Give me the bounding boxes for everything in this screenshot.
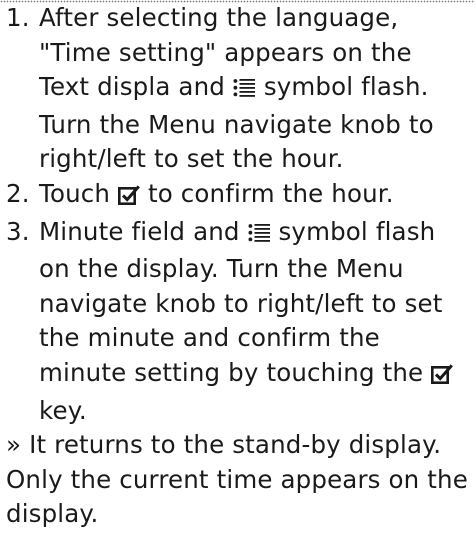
step-3-text-after: key. — [39, 395, 87, 425]
menu-list-icon — [248, 218, 271, 253]
instructions: 1. After selecting the language, "Time s… — [6, 1, 468, 532]
step-2-number: 2. — [6, 178, 30, 208]
step-3: 3. Minute field and symbol flash on the … — [6, 215, 468, 429]
checkbox-check-icon — [431, 359, 454, 394]
menu-list-icon — [233, 73, 256, 108]
result-note: » It returns to the stand-by display. On… — [6, 430, 468, 529]
step-2-text: Touch to confirm the hour. — [39, 177, 468, 215]
steps-list: 1. After selecting the language, "Time s… — [6, 1, 468, 428]
manual-page: 1. After selecting the language, "Time s… — [0, 0, 475, 534]
step-3-text: Minute field and symbol flash on the dis… — [39, 215, 468, 429]
checkbox-check-icon — [118, 180, 140, 215]
step-2: 2. Touch to confirm the hour. — [6, 177, 468, 215]
step-2-text-before: Touch — [39, 178, 119, 208]
step-1-text: After selecting the language, "Time sett… — [39, 1, 468, 177]
step-1: 1. After selecting the language, "Time s… — [6, 1, 468, 177]
step-2-text-after: to confirm the hour. — [140, 178, 394, 208]
step-1-number: 1. — [6, 3, 30, 32]
step-3-text-before: Minute field and — [39, 216, 248, 246]
step-3-number: 3. — [6, 216, 30, 246]
